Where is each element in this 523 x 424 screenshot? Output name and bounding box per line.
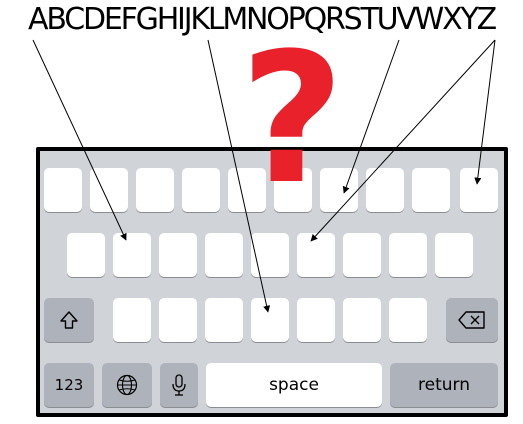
blank-key[interactable] bbox=[205, 233, 243, 277]
return-key-label: return bbox=[418, 375, 470, 395]
blank-key[interactable] bbox=[435, 233, 473, 277]
blank-key[interactable] bbox=[159, 298, 197, 342]
shift-key[interactable] bbox=[44, 298, 94, 342]
blank-key[interactable] bbox=[460, 168, 498, 212]
blank-key[interactable] bbox=[389, 298, 427, 342]
blank-key[interactable] bbox=[297, 298, 335, 342]
shift-icon bbox=[60, 311, 78, 329]
blank-key[interactable] bbox=[182, 168, 220, 212]
globe-key[interactable] bbox=[102, 363, 152, 407]
blank-key[interactable] bbox=[159, 233, 197, 277]
blank-key[interactable] bbox=[44, 168, 82, 212]
blank-key[interactable] bbox=[366, 168, 404, 212]
blank-key[interactable] bbox=[205, 298, 243, 342]
blank-key[interactable] bbox=[251, 233, 289, 277]
space-key-label: space bbox=[269, 375, 319, 395]
numbers-key[interactable]: 123 bbox=[44, 363, 94, 407]
microphone-key[interactable] bbox=[160, 363, 198, 407]
blank-key[interactable] bbox=[113, 233, 151, 277]
return-key[interactable]: return bbox=[390, 363, 498, 407]
blank-key[interactable] bbox=[90, 168, 128, 212]
question-mark: ? bbox=[240, 15, 345, 224]
blank-key[interactable] bbox=[343, 298, 381, 342]
backspace-key[interactable] bbox=[446, 298, 498, 342]
blank-key[interactable] bbox=[343, 233, 381, 277]
blank-key[interactable] bbox=[389, 233, 427, 277]
microphone-icon bbox=[172, 374, 186, 396]
blank-key[interactable] bbox=[251, 298, 289, 342]
blank-key[interactable] bbox=[297, 233, 335, 277]
blank-key[interactable] bbox=[67, 233, 105, 277]
globe-icon bbox=[116, 374, 138, 396]
blank-key[interactable] bbox=[113, 298, 151, 342]
blank-key[interactable] bbox=[412, 168, 450, 212]
blank-key[interactable] bbox=[136, 168, 174, 212]
backspace-icon bbox=[458, 311, 485, 329]
numbers-key-label: 123 bbox=[54, 376, 84, 394]
space-key[interactable]: space bbox=[206, 363, 382, 407]
